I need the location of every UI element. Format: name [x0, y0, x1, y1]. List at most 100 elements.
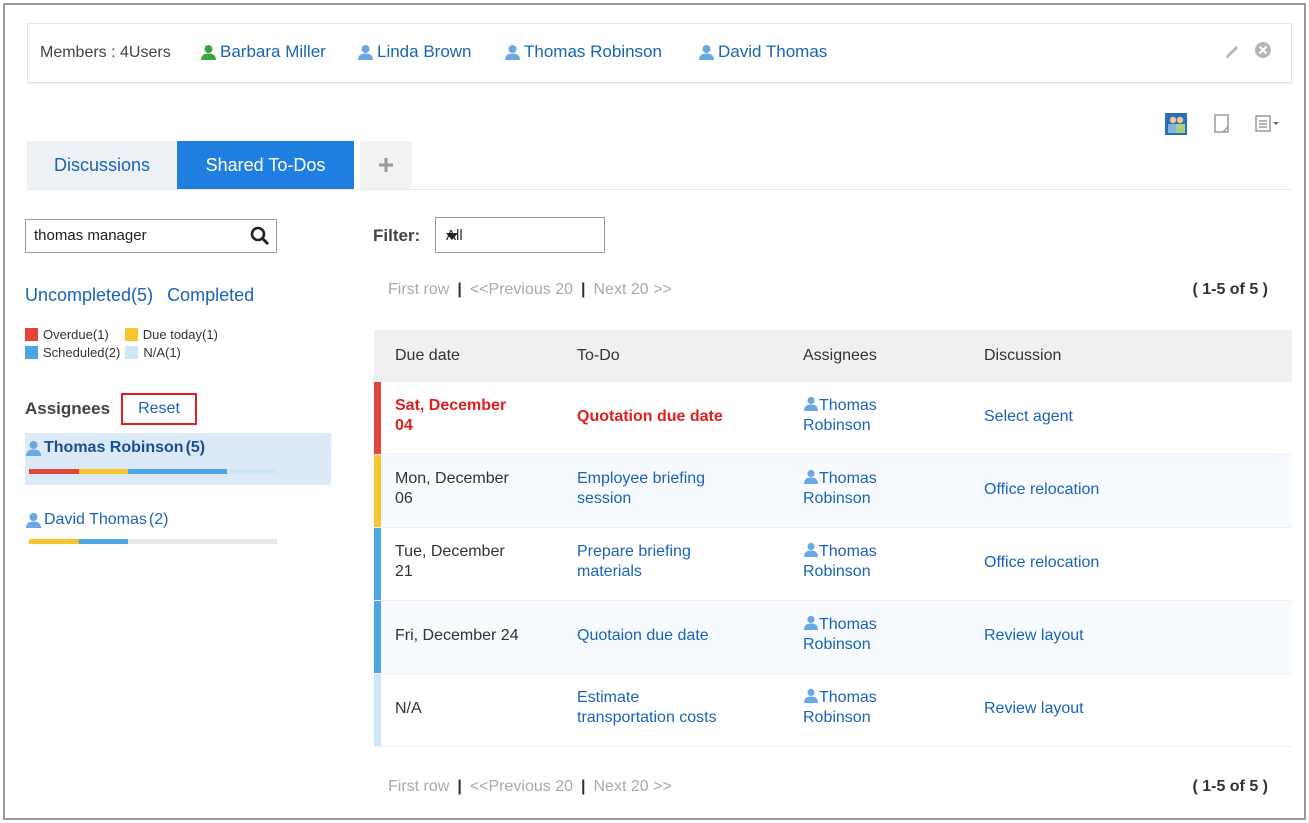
member-name: Linda Brown [377, 42, 472, 61]
assignee-link[interactable]: Thomas Robinson [803, 396, 953, 436]
view-switcher [1163, 112, 1281, 136]
status-stripe [374, 601, 381, 673]
assignee-last-name: Robinson [803, 490, 871, 507]
discussion-link[interactable]: Review layout [984, 699, 1234, 719]
assignee-first-name: Thomas [819, 397, 877, 414]
user-icon [804, 615, 818, 630]
chevron-down-icon [446, 233, 458, 240]
people-view-icon[interactable] [1163, 112, 1189, 136]
user-icon [804, 688, 818, 703]
previous-link[interactable]: <<Previous 20 [470, 778, 573, 796]
plus-icon [379, 158, 393, 172]
assignee-link[interactable]: Thomas Robinson [803, 615, 953, 655]
completed-link[interactable]: Completed [167, 285, 254, 306]
status-legend: Overdue(1) Due today(1) Scheduled(2) N/A… [25, 325, 218, 361]
due-date-cell: N/A [395, 699, 555, 719]
discussion-link[interactable]: Review layout [984, 626, 1234, 646]
due-today-segment [29, 539, 79, 544]
tab-shared-todos[interactable]: Shared To-Dos [177, 141, 354, 189]
assignee-last-name: Robinson [803, 563, 871, 580]
search-icon[interactable] [250, 226, 270, 246]
na-segment [227, 469, 277, 474]
tab-discussions[interactable]: Discussions [27, 141, 177, 189]
due-date-line: N/A [395, 700, 422, 717]
assignee-link[interactable]: Thomas Robinson [803, 469, 953, 509]
todo-link[interactable]: Quotaion due date [577, 626, 782, 646]
legend-overdue: Overdue(1) [25, 327, 109, 342]
assignee-item[interactable]: Thomas Robinson (5) [25, 433, 331, 485]
due-date-cell: Tue, December 21 [395, 542, 555, 582]
table-row: N/A Estimate transportation costs Thomas Rob… [374, 674, 1292, 747]
status-stripe [374, 674, 381, 746]
pager-separator: | [581, 778, 586, 795]
add-tab-button[interactable] [360, 141, 412, 189]
overdue-swatch [25, 327, 38, 341]
discussion-link[interactable]: Select agent [984, 407, 1234, 427]
todo-line: Estimate [577, 689, 640, 706]
assignee-link[interactable]: Thomas Robinson [803, 542, 953, 582]
scheduled-segment [78, 539, 129, 544]
due-date-cell: Sat, December 04 [395, 396, 555, 436]
member-name: Thomas Robinson [524, 42, 662, 61]
member-link[interactable]: David Thomas [698, 42, 827, 62]
assignee-first-name: Thomas [819, 689, 877, 706]
user-icon [699, 44, 714, 60]
assignee-progress-bar [29, 539, 277, 544]
next-link[interactable]: Next 20 >> [593, 281, 671, 299]
discussion-link[interactable]: Office relocation [984, 553, 1234, 573]
todo-link[interactable]: Estimate transportation costs [577, 688, 782, 728]
assignee-link[interactable]: Thomas Robinson [803, 688, 953, 728]
search-input[interactable] [26, 220, 236, 250]
assignee-item[interactable]: David Thomas (2) [25, 505, 331, 551]
legend-label: Overdue(1) [43, 326, 109, 342]
page-view-icon[interactable] [1209, 112, 1235, 136]
assignee-name: David Thomas (2) [25, 511, 168, 529]
table-row: Tue, December 21 Prepare briefing materials… [374, 528, 1292, 601]
legend-label: Scheduled(2) [43, 344, 121, 360]
due-date-line: Sat, December [395, 397, 507, 414]
table-header: Due date To-Do Assignees Discussion [374, 330, 1292, 382]
member-link[interactable]: Linda Brown [357, 42, 472, 62]
due-date-line: 06 [395, 490, 413, 507]
todo-link[interactable]: Employee briefing session [577, 469, 782, 509]
member-link[interactable]: Thomas Robinson [504, 42, 662, 62]
filter-select[interactable]: All [435, 217, 605, 253]
header-discussion: Discussion [984, 347, 1062, 364]
uncompleted-link[interactable]: Uncompleted(5) [25, 285, 153, 306]
discussion-link[interactable]: Office relocation [984, 480, 1234, 500]
assignee-label: Thomas Robinson [44, 439, 184, 456]
todo-link[interactable]: Prepare briefing materials [577, 542, 782, 582]
assignee-last-name: Robinson [803, 417, 871, 434]
due-today-segment [78, 469, 129, 474]
members-label: Members : 4Users [40, 44, 171, 61]
due-date-line: Fri, December 24 [395, 627, 519, 644]
status-stripe [374, 528, 381, 600]
table-row: Sat, December 04 Quotation due date Thomas R… [374, 382, 1292, 455]
next-link[interactable]: Next 20 >> [593, 778, 671, 796]
reset-button[interactable]: Reset [121, 393, 197, 425]
first-row-link[interactable]: First row [388, 778, 449, 796]
todo-link[interactable]: Quotation due date [577, 407, 782, 427]
assignee-first-name: Thomas [819, 616, 877, 633]
todo-table: Due date To-Do Assignees Discussion Sat,… [374, 330, 1292, 747]
first-row-link[interactable]: First row [388, 281, 449, 299]
scheduled-segment [128, 469, 228, 474]
assignee-first-name: Thomas [819, 543, 877, 560]
table-body: Sat, December 04 Quotation due date Thomas R… [374, 382, 1292, 747]
app-frame: Members : 4Users Barbara Miller Linda Br… [3, 3, 1306, 820]
table-row: Mon, December 06 Employee briefing session T… [374, 455, 1292, 528]
todo-line: Employee briefing [577, 470, 706, 487]
user-icon [26, 440, 41, 456]
todo-line: Prepare briefing [577, 543, 691, 560]
list-menu-icon[interactable] [1255, 112, 1281, 136]
legend-na: N/A(1) [125, 345, 181, 360]
user-icon [804, 542, 818, 557]
status-stripe [374, 455, 381, 527]
todo-line: transportation costs [577, 709, 717, 726]
user-icon [804, 396, 818, 411]
close-circle-icon[interactable] [1253, 40, 1273, 60]
previous-link[interactable]: <<Previous 20 [470, 281, 573, 299]
pencil-icon[interactable] [1223, 42, 1241, 62]
user-icon [505, 44, 520, 60]
member-link[interactable]: Barbara Miller [200, 42, 326, 62]
